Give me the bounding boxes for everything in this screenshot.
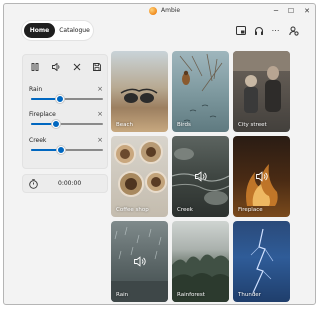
playing-speaker-icon xyxy=(133,256,146,266)
playing-speaker-icon xyxy=(255,171,268,181)
volume-icon xyxy=(51,63,59,71)
tile-label: City street xyxy=(238,122,267,128)
tab-home[interactable]: Home xyxy=(24,23,55,38)
account-button[interactable] xyxy=(287,24,300,37)
app-logo-icon xyxy=(149,7,157,15)
city-street-image xyxy=(233,51,290,113)
sound-tile-city-street[interactable]: City street xyxy=(233,51,290,132)
timer-icon xyxy=(29,179,38,189)
rainforest-image xyxy=(172,254,229,302)
remove-track-button[interactable]: × xyxy=(97,110,103,118)
pause-icon xyxy=(31,63,39,71)
sound-tile-coffee-shop[interactable]: Coffee shop xyxy=(111,136,168,217)
minimize-button[interactable]: ─ xyxy=(269,5,283,17)
app-window: Ambie ─ ☐ ✕ Home Catalogue ⋯ Rain × Fire… xyxy=(3,3,316,305)
active-sounds-panel: Rain × Fireplace × Creek × xyxy=(22,54,108,169)
sound-tile-rainforest[interactable]: Rainforest xyxy=(172,221,229,302)
tile-label: Creek xyxy=(177,207,193,213)
slider-thumb[interactable] xyxy=(57,146,66,154)
sound-tile-beach[interactable]: Beach xyxy=(111,51,168,132)
timer-value: 0:00:00 xyxy=(58,180,82,187)
sound-tile-birds[interactable]: Birds xyxy=(172,51,229,132)
track-label: Fireplace xyxy=(29,111,56,118)
app-title: Ambie xyxy=(161,7,181,14)
tile-label: Birds xyxy=(177,122,191,128)
maximize-button[interactable]: ☐ xyxy=(284,5,298,17)
tile-label: Rain xyxy=(116,292,129,298)
birds-image xyxy=(179,53,223,122)
lightning-image xyxy=(250,228,274,294)
remove-track-button[interactable]: × xyxy=(97,85,103,93)
slider-thumb[interactable] xyxy=(52,120,61,128)
remove-track-button[interactable]: × xyxy=(97,136,103,144)
track-label: Rain xyxy=(29,86,43,93)
volume-slider[interactable] xyxy=(31,146,103,154)
track-label: Creek xyxy=(29,137,47,144)
sleep-timer[interactable]: 0:00:00 xyxy=(22,174,108,193)
title-bar: Ambie ─ ☐ ✕ xyxy=(4,4,315,18)
play-pause-button[interactable] xyxy=(29,61,41,73)
save-icon xyxy=(93,63,101,71)
volume-button[interactable] xyxy=(50,61,62,73)
compact-mode-button[interactable] xyxy=(234,24,247,37)
close-button[interactable]: ✕ xyxy=(300,5,314,17)
sound-tile-thunder[interactable]: Thunder xyxy=(233,221,290,302)
tile-label: Thunder xyxy=(238,292,261,298)
picture-in-picture-icon xyxy=(235,26,246,35)
account-settings-icon xyxy=(288,26,299,36)
tile-label: Beach xyxy=(116,122,134,128)
close-icon xyxy=(73,63,81,71)
volume-slider[interactable] xyxy=(31,120,103,128)
slider-thumb[interactable] xyxy=(55,95,64,103)
tab-catalogue[interactable]: Catalogue xyxy=(58,23,91,38)
coffee-cups-image xyxy=(114,140,167,197)
nav-tabs: Home Catalogue xyxy=(22,21,93,40)
sunglasses-image xyxy=(120,88,158,103)
more-button[interactable]: ⋯ xyxy=(269,24,282,37)
sound-tile-rain[interactable]: Rain xyxy=(111,221,168,302)
focus-button[interactable] xyxy=(252,24,265,37)
volume-slider[interactable] xyxy=(31,95,103,103)
tile-label: Rainforest xyxy=(177,292,205,298)
playing-speaker-icon xyxy=(194,171,207,181)
save-mix-button[interactable] xyxy=(91,61,103,73)
tile-label: Coffee shop xyxy=(116,207,149,213)
sound-tile-fireplace[interactable]: Fireplace xyxy=(233,136,290,217)
clear-all-button[interactable] xyxy=(71,61,83,73)
headphones-icon xyxy=(254,26,263,35)
tile-label: Fireplace xyxy=(238,207,263,213)
sound-tile-creek[interactable]: Creek xyxy=(172,136,229,217)
